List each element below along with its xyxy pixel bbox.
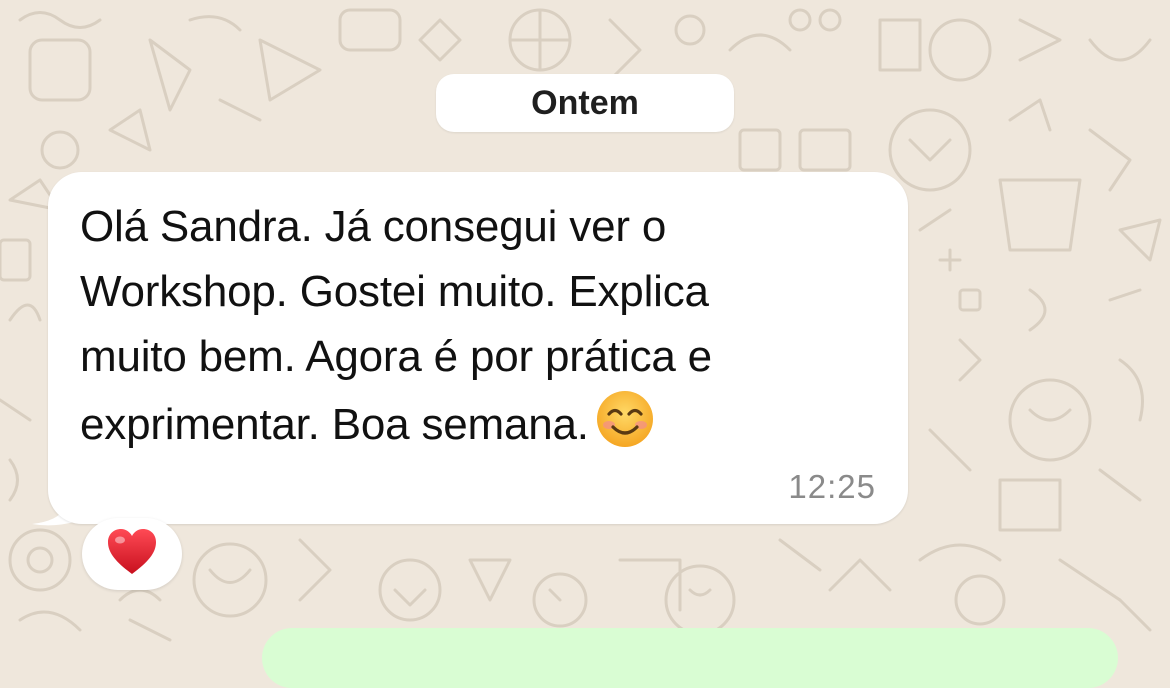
- date-separator: Ontem: [436, 74, 734, 132]
- red-heart-icon: [106, 528, 158, 581]
- message-timestamp: 12:25: [788, 468, 876, 505]
- date-separator-label: Ontem: [531, 83, 639, 122]
- message-line-1: Olá Sandra. Já consegui ver o: [80, 202, 667, 251]
- outgoing-message-bubble[interactable]: [262, 628, 1118, 688]
- reaction-badge[interactable]: [82, 518, 182, 590]
- message-text: Olá Sandra. Já consegui ver o Workshop. G…: [80, 194, 880, 467]
- incoming-message-bubble[interactable]: Olá Sandra. Já consegui ver o Workshop. G…: [48, 172, 908, 524]
- message-line-2: Workshop. Gostei muito. Explica: [80, 267, 709, 316]
- message-line-3: muito bem. Agora é por prática e: [80, 332, 712, 381]
- smiling-face-emoji: [595, 389, 655, 467]
- message-line-4: exprimentar. Boa semana.: [80, 400, 589, 449]
